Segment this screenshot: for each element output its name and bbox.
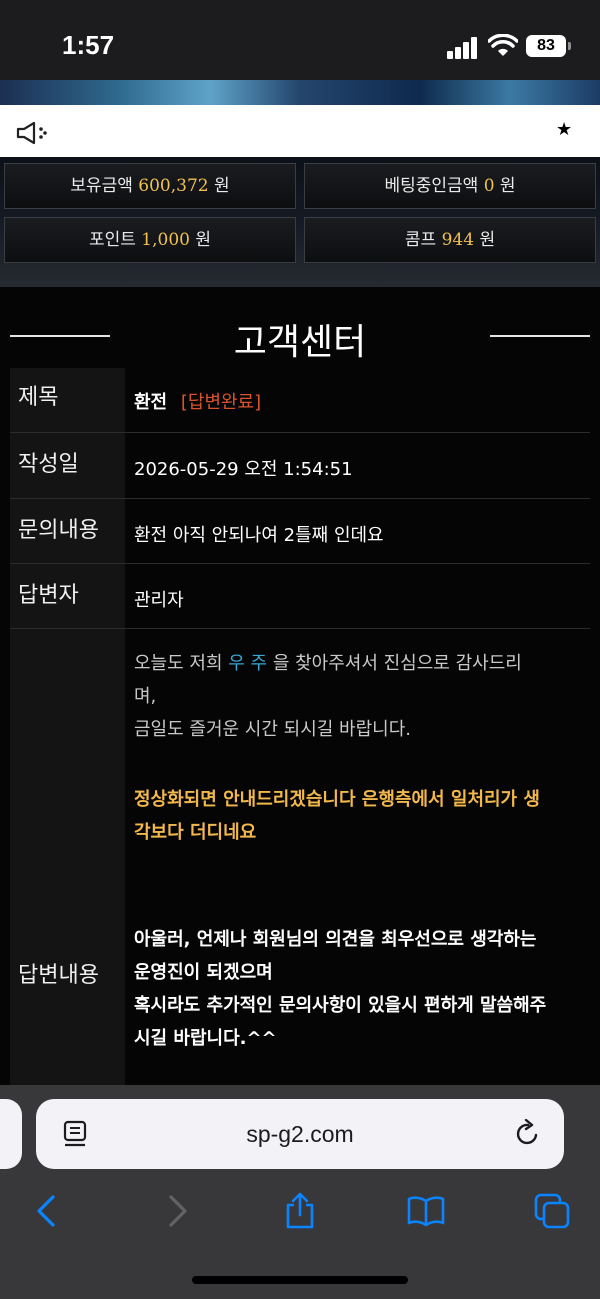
answer-main-line2: 각보다 더디네요 xyxy=(134,822,257,843)
title-divider-right xyxy=(490,335,590,337)
date-label: 작성일 xyxy=(10,433,125,498)
bookmarks-icon[interactable] xyxy=(406,1191,446,1231)
point-unit: 원 xyxy=(195,230,212,250)
answer-closing-line3: 혹시라도 추가적인 문의사항이 있을시 편하게 말씀해주 xyxy=(134,995,547,1016)
share-icon[interactable] xyxy=(280,1191,320,1231)
subject-label: 제목 xyxy=(10,368,125,432)
battery-tip xyxy=(568,42,571,50)
date-row: 작성일 2026-05-29 오전 1:54:51 xyxy=(10,433,590,499)
date-value: 2026-05-29 오전 1:54:51 xyxy=(134,459,353,480)
content-value: 환전 아직 안되나여 2틀째 인데요 xyxy=(134,525,384,546)
balance-unit: 원 xyxy=(214,176,230,196)
betting-box: 베팅중인금액 0 원 xyxy=(304,163,596,209)
address-bar[interactable]: sp-g2.com xyxy=(36,1099,564,1169)
balance-value: 600,372 xyxy=(138,176,209,196)
reload-icon[interactable] xyxy=(514,1119,542,1149)
battery-icon: 83 xyxy=(526,35,566,57)
browser-bottom-bar: sp-g2.com xyxy=(0,1085,600,1299)
balance-box: 보유금액 600,372 원 xyxy=(4,163,296,209)
answer-greeting-line2: 금일도 즐거운 시간 되시길 바랍니다. xyxy=(134,719,412,740)
back-icon[interactable] xyxy=(28,1191,68,1231)
notice-marquee-text: ★ xyxy=(556,119,573,140)
notice-bar: ★ xyxy=(0,105,600,157)
betting-label: 베팅중인금액 xyxy=(384,176,479,196)
forward-icon[interactable] xyxy=(156,1191,196,1231)
cellular-signal-icon xyxy=(447,37,479,59)
page-title: 고객센터 xyxy=(233,322,367,363)
betting-value: 0 xyxy=(483,176,495,196)
status-bar: 1:57 83 xyxy=(0,0,600,80)
wifi-icon xyxy=(488,34,518,56)
tabs-icon[interactable] xyxy=(532,1191,572,1231)
megaphone-icon xyxy=(16,121,47,145)
answer-greeting-pre: 오늘도 저희 xyxy=(134,653,229,674)
answer-main: 정상화되면 안내드리겠습니다 은행측에서 일처리가 생 각보다 더디네요 xyxy=(134,783,579,849)
content-label: 문의내용 xyxy=(10,499,125,563)
content-row: 문의내용 환전 아직 안되나여 2틀째 인데요 xyxy=(10,499,590,564)
status-time: 1:57 xyxy=(62,30,115,60)
previous-tab-preview[interactable] xyxy=(0,1099,22,1169)
answer-greeting: 오늘도 저희 우 주 을 찾아주셔서 진심으로 감사드리 며, 금일도 즐거운 … xyxy=(134,647,579,746)
comp-unit: 원 xyxy=(479,230,496,250)
comp-box[interactable]: 콤프 944 원 xyxy=(304,217,596,263)
status-badge: [답변완료] xyxy=(180,392,262,413)
answer-closing-line1: 아울러, 언제나 회원님의 의견을 최우선으로 생각하는 xyxy=(134,929,537,950)
banner-image xyxy=(0,80,600,105)
subject-value: 환전 xyxy=(134,392,168,413)
answer-main-line1: 정상화되면 안내드리겠습니다 은행측에서 일처리가 생 xyxy=(134,789,540,810)
point-value: 1,000 xyxy=(141,230,190,250)
wallet-panel: 보유금액 600,372 원 베팅중인금액 0 원 포인트 1,000 원 콤프… xyxy=(0,157,600,287)
responder-label: 답변자 xyxy=(10,564,125,628)
subject-row: 제목 환전 [답변완료] xyxy=(10,368,590,433)
answer-brand-name: 우 주 xyxy=(228,653,268,674)
answer-closing-line2: 운영진이 되겠으며 xyxy=(134,962,273,983)
answer-closing-line4: 시길 바랍니다.^^ xyxy=(134,1028,277,1049)
subject-value-wrap: 환전 [답변완료] xyxy=(134,388,261,414)
comp-value: 944 xyxy=(441,230,475,250)
answer-label: 답변내용 xyxy=(10,629,125,1089)
point-label: 포인트 xyxy=(88,230,136,250)
answer-greeting-post: 을 찾아주셔서 진심으로 감사드리 xyxy=(267,653,522,674)
betting-unit: 원 xyxy=(499,176,516,196)
answer-closing: 아울러, 언제나 회원님의 의견을 최우선으로 생각하는 운영진이 되겠으며 혹… xyxy=(134,923,579,1055)
url-text[interactable]: sp-g2.com xyxy=(36,1121,564,1148)
responder-value: 관리자 xyxy=(134,590,184,611)
comp-label: 콤프 xyxy=(404,230,437,250)
home-indicator xyxy=(192,1276,408,1284)
balance-label: 보유금액 xyxy=(70,176,133,196)
answer-greeting-post2: 며, xyxy=(134,686,157,707)
point-box[interactable]: 포인트 1,000 원 xyxy=(4,217,296,263)
customer-center-content: 고객센터 제목 환전 [답변완료] 작성일 2026-05-29 오전 1:54… xyxy=(0,287,600,1089)
responder-row: 답변자 관리자 xyxy=(10,564,590,629)
